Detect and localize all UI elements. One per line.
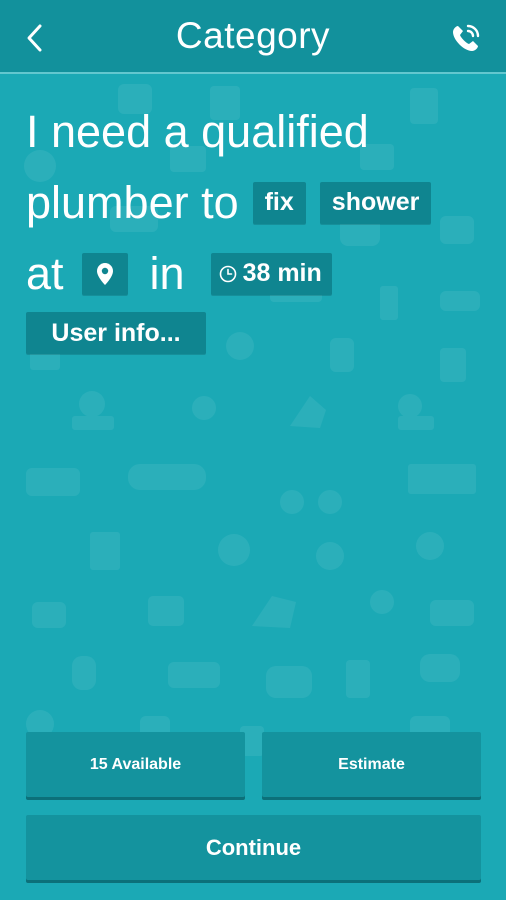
- time-chip-label: 38 min: [242, 259, 322, 287]
- sentence-text-2: plumber to: [26, 177, 239, 228]
- estimate-button[interactable]: Estimate: [262, 732, 481, 797]
- category-screen: Category I need a qualified plumber to f…: [0, 0, 506, 900]
- sentence-text-1: I need a qualified: [26, 106, 369, 157]
- location-chip[interactable]: [81, 252, 128, 295]
- sentence-line-1: I need a qualified: [26, 96, 496, 167]
- request-sentence: I need a qualified plumber to fix shower…: [26, 96, 496, 309]
- page-title: Category: [175, 15, 331, 56]
- sentence-text-at: at: [26, 248, 64, 299]
- call-button[interactable]: [446, 18, 486, 58]
- sentence-line-3: at in 38 min: [26, 238, 496, 309]
- map-pin-icon: [96, 262, 113, 285]
- available-button[interactable]: 15 Available: [26, 732, 245, 797]
- header-bar: Category: [0, 0, 506, 74]
- sentence-line-2: plumber to fix shower: [26, 167, 496, 238]
- continue-button[interactable]: Continue: [26, 815, 481, 880]
- clock-icon: [219, 265, 236, 282]
- action-chip[interactable]: fix: [252, 181, 306, 224]
- sentence-text-in: in: [149, 248, 185, 299]
- phone-call-icon: [453, 24, 480, 51]
- user-info-chip[interactable]: User info...: [26, 312, 206, 354]
- time-chip[interactable]: 38 min: [210, 252, 332, 295]
- object-chip[interactable]: shower: [319, 181, 432, 224]
